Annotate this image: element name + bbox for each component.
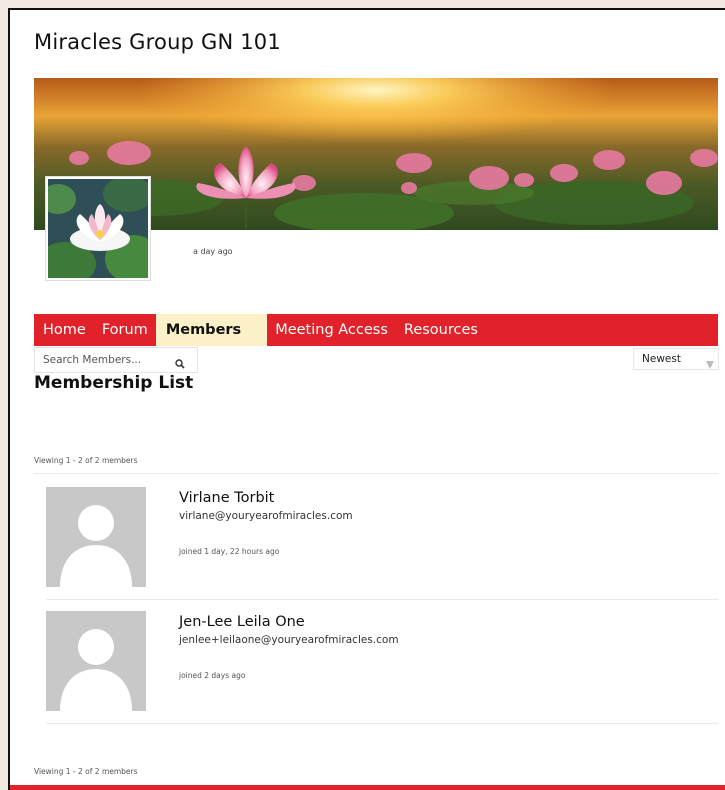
search-input[interactable] [35,354,165,366]
triangle-down-icon [706,356,714,376]
footer-bar [10,785,725,790]
member-list-item: Virlane Torbit virlane@youryearofmiracle… [46,475,718,599]
sort-select[interactable]: Newest [633,348,719,370]
nav-resources[interactable]: Resources [396,314,486,346]
member-joined: joined 1 day, 22 hours ago [179,547,280,556]
member-joined: joined 2 days ago [179,671,246,680]
nav-members[interactable]: Members [155,314,268,346]
member-avatar[interactable] [46,487,146,587]
member-search [34,347,198,373]
nav-home[interactable]: Home [34,314,94,346]
member-name[interactable]: Virlane Torbit [179,490,274,506]
group-nav: Home Forum Members Meeting Access Resour… [34,314,718,346]
member-email: virlane@youryearofmiracles.com [179,510,353,522]
member-name[interactable]: Jen-Lee Leila One [179,614,305,630]
member-avatar[interactable] [46,611,146,711]
member-list-item: Jen-Lee Leila One jenlee+leilaone@yourye… [46,599,718,723]
nav-meeting-access[interactable]: Meeting Access [267,314,396,346]
divider [34,473,718,474]
search-icon[interactable] [175,354,185,373]
group-title: Miracles Group GN 101 [34,30,281,54]
group-avatar[interactable] [46,177,150,280]
members-count-bottom: Viewing 1 - 2 of 2 members [34,767,138,776]
member-email: jenlee+leilaone@youryearofmiracles.com [179,634,399,646]
members-count-top: Viewing 1 - 2 of 2 members [34,456,138,465]
page-frame: Miracles Group GN 101 a day ago Home For… [8,8,725,790]
divider [46,723,718,724]
membership-list-title: Membership List [34,373,194,393]
sort-selected-value: Newest [642,353,681,365]
nav-forum[interactable]: Forum [94,314,156,346]
group-last-active: a day ago [193,247,233,256]
